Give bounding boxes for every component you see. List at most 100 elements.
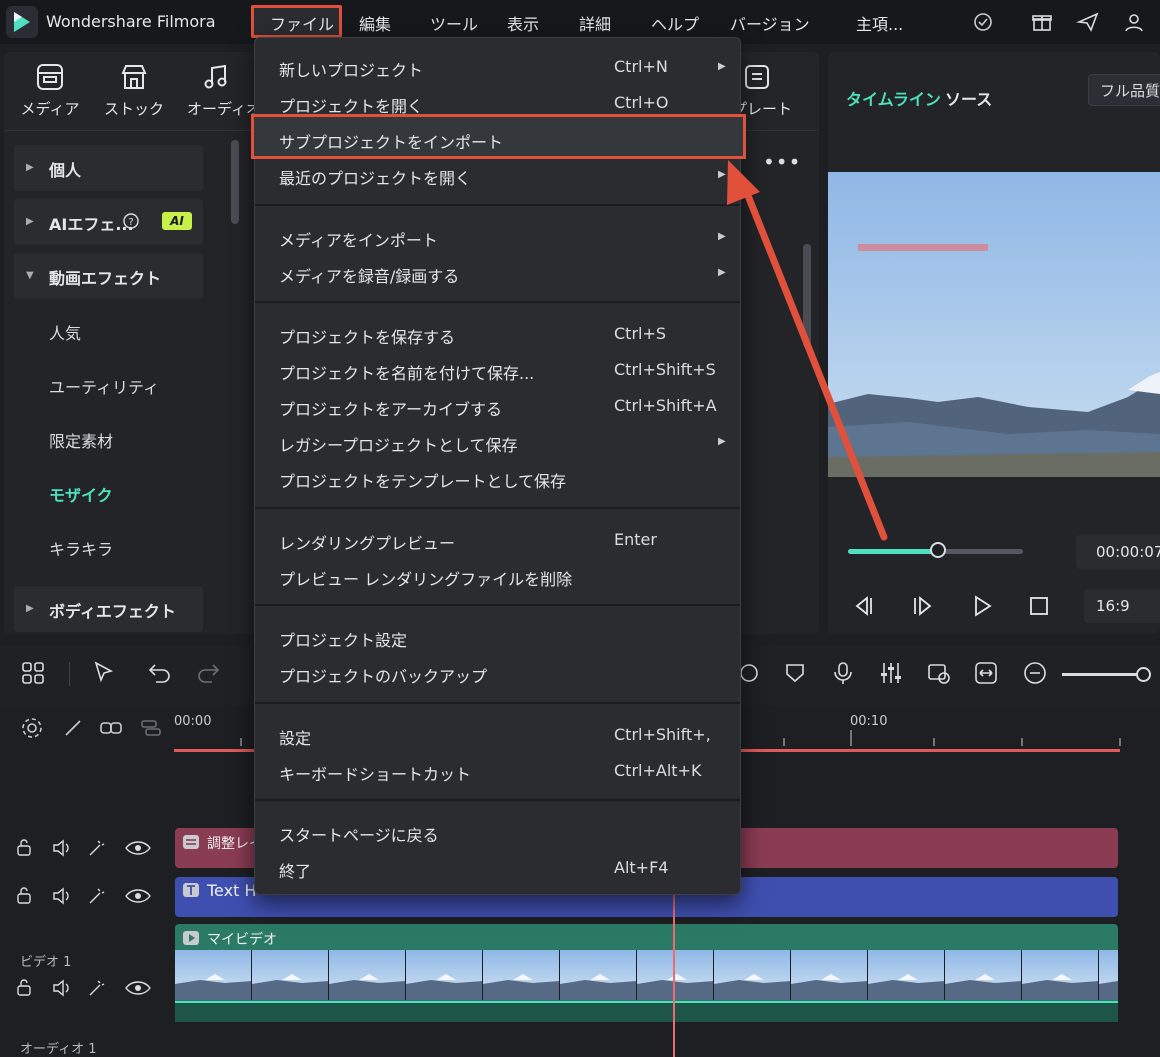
fit-icon[interactable]: [973, 660, 999, 686]
chevron-right-icon: ▶: [718, 231, 726, 242]
menu-view[interactable]: 表示: [507, 11, 539, 35]
sidebar-scrollbar[interactable]: [231, 140, 239, 224]
user-icon[interactable]: [1122, 10, 1146, 34]
track-manage-icon[interactable]: [139, 716, 163, 740]
menu-item-archive-project[interactable]: プロジェクトをアーカイブする: [279, 396, 502, 420]
menu-item-save-template[interactable]: プロジェクトをテンプレートとして保存: [279, 468, 566, 492]
menu-item-open-project[interactable]: プロジェクトを開く: [279, 93, 423, 117]
menu-item-exit[interactable]: 終了: [279, 858, 311, 882]
layout-icon[interactable]: [20, 660, 46, 686]
sidebar-item-utility[interactable]: ユーティリティ: [49, 374, 159, 398]
clip-label: マイビデオ: [207, 932, 277, 948]
quality-label: フル品質: [1100, 82, 1160, 100]
menu-item-delete-render[interactable]: プレビュー レンダリングファイルを削除: [279, 566, 572, 590]
zoom-out-icon[interactable]: [1022, 660, 1048, 686]
track-controls: [16, 885, 156, 907]
chevron-right-icon: ▶: [718, 267, 726, 278]
menu-item-start-page[interactable]: スタートページに戻る: [279, 822, 439, 846]
sidebar-section-video-effects[interactable]: ▼ 動画エフェクト: [14, 253, 203, 299]
zoom-slider[interactable]: [1062, 673, 1147, 676]
send-icon[interactable]: [1076, 10, 1100, 34]
next-frame-icon[interactable]: [911, 594, 935, 618]
chevron-right-icon: ▶: [718, 436, 726, 447]
menu-item-new-project[interactable]: 新しいプロジェクト: [279, 57, 423, 81]
chevron-right-icon: ▶: [26, 216, 34, 227]
menu-separator: [255, 702, 740, 704]
menu-shortcut: Ctrl+N: [614, 57, 668, 76]
menu-item-import-media[interactable]: メディアをインポート: [279, 227, 438, 251]
mixer-icon[interactable]: [878, 660, 904, 686]
menu-item-render-preview[interactable]: レンダリングプレビュー: [279, 530, 455, 554]
menu-file[interactable]: ファイル: [270, 11, 334, 35]
prev-frame-icon[interactable]: [851, 594, 875, 618]
menu-advanced[interactable]: 詳細: [579, 11, 611, 35]
zoom-handle[interactable]: [1136, 667, 1151, 682]
chevron-right-icon: ▶: [718, 61, 726, 72]
menu-tools[interactable]: ツール: [430, 11, 478, 35]
help-icon[interactable]: ?: [122, 212, 140, 230]
menu-item-project-backup[interactable]: プロジェクトのバックアップ: [279, 663, 487, 687]
seek-progress: [848, 549, 940, 554]
sidebar-section-personal[interactable]: ▶ 個人: [14, 145, 203, 191]
ai-badge: AI: [162, 212, 192, 230]
menu-item-project-settings[interactable]: プロジェクト設定: [279, 627, 407, 651]
preview-render-icon[interactable]: [926, 660, 952, 686]
text-icon: [182, 882, 200, 898]
track-label-video1: ビデオ 1: [20, 955, 72, 970]
stop-icon[interactable]: [1027, 594, 1051, 618]
menu-item-record-media[interactable]: メディアを録音/録画する: [279, 263, 459, 287]
chevron-right-icon: ▶: [26, 603, 34, 614]
menu-item-import-subproject[interactable]: サブプロジェクトをインポート: [279, 129, 503, 153]
tab-stock[interactable]: ストック: [99, 58, 169, 119]
redo-icon[interactable]: [195, 660, 221, 686]
link-icon[interactable]: [99, 716, 123, 740]
microphone-icon[interactable]: [830, 660, 856, 686]
menu-item-save-project[interactable]: プロジェクトを保存する: [279, 324, 455, 348]
tab-timeline[interactable]: タイムライン: [846, 86, 941, 110]
menu-item-keyboard-shortcuts[interactable]: キーボードショートカット: [279, 761, 471, 785]
select-icon[interactable]: [92, 660, 118, 686]
sidebar-item-limited[interactable]: 限定素材: [49, 428, 113, 452]
app-title: Wondershare Filmora: [46, 12, 216, 31]
svg-text:?: ?: [128, 217, 133, 228]
library-scrollbar[interactable]: [803, 244, 811, 348]
seek-handle[interactable]: [930, 542, 946, 558]
settings-gear-icon[interactable]: [20, 716, 44, 740]
gift-icon[interactable]: [1030, 10, 1054, 34]
undo-icon[interactable]: [147, 660, 173, 686]
ruler-label: 00:00: [174, 714, 212, 729]
sidebar-section-label: ボディエフェクト: [49, 602, 176, 621]
play-icon[interactable]: [970, 594, 994, 618]
track-controls: [16, 837, 156, 859]
menu-version[interactable]: バージョン: [730, 11, 810, 35]
check-circle-icon[interactable]: [971, 10, 995, 34]
sidebar-item-mosaic[interactable]: モザイク: [49, 482, 113, 506]
clip-label: Text H: [207, 881, 257, 900]
menu-shortcut: Ctrl+Shift+,: [614, 725, 711, 744]
sidebar-section-body-effects[interactable]: ▶ ボディエフェクト: [14, 586, 203, 632]
unlink-icon[interactable]: [61, 716, 85, 740]
menu-shortcut: Ctrl+S: [614, 324, 667, 343]
menu-item-recent-projects[interactable]: 最近のプロジェクトを開く: [279, 165, 471, 189]
adjustment-icon: [182, 834, 200, 850]
menu-main[interactable]: 主項...: [856, 11, 903, 35]
menu-help[interactable]: ヘルプ: [651, 11, 699, 35]
video-icon: [182, 930, 200, 946]
menu-shortcut: Ctrl+O: [614, 93, 669, 112]
chevron-down-icon: ▼: [26, 270, 34, 281]
sidebar-item-popular[interactable]: 人気: [49, 320, 81, 344]
sidebar-item-sparkle[interactable]: キラキラ: [49, 536, 113, 560]
tab-audio[interactable]: オーディオ: [181, 58, 261, 119]
shield-icon[interactable]: [782, 660, 808, 686]
media-icon: [35, 62, 65, 92]
menu-item-save-as[interactable]: プロジェクトを名前を付けて保存...: [279, 360, 534, 384]
timecode: 00:00:07: [1096, 543, 1160, 561]
tab-media[interactable]: メディア: [15, 58, 85, 119]
menu-separator: [255, 799, 740, 801]
more-icon[interactable]: •••: [763, 150, 801, 174]
menu-edit[interactable]: 編集: [359, 11, 391, 35]
toolbar-divider: [69, 662, 70, 686]
menu-item-save-legacy[interactable]: レガシープロジェクトとして保存: [279, 432, 518, 456]
tab-source[interactable]: ソース: [945, 86, 992, 110]
menu-item-settings[interactable]: 設定: [279, 725, 311, 749]
